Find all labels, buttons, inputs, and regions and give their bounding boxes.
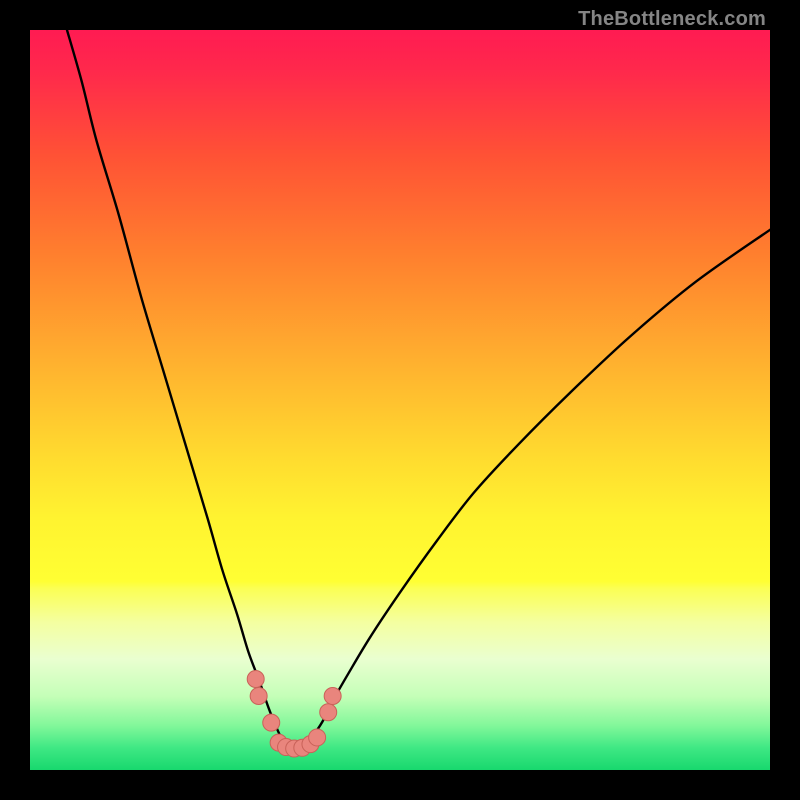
data-marker xyxy=(250,688,267,705)
data-marker xyxy=(320,704,337,721)
data-marker xyxy=(309,729,326,746)
chart-stage: TheBottleneck.com xyxy=(0,0,800,800)
bottleneck-chart xyxy=(30,30,770,770)
plot-area xyxy=(30,30,770,770)
watermark-text: TheBottleneck.com xyxy=(578,8,766,31)
data-marker xyxy=(324,688,341,705)
data-marker xyxy=(263,714,280,731)
data-marker xyxy=(247,670,264,687)
gradient-background xyxy=(30,30,770,770)
